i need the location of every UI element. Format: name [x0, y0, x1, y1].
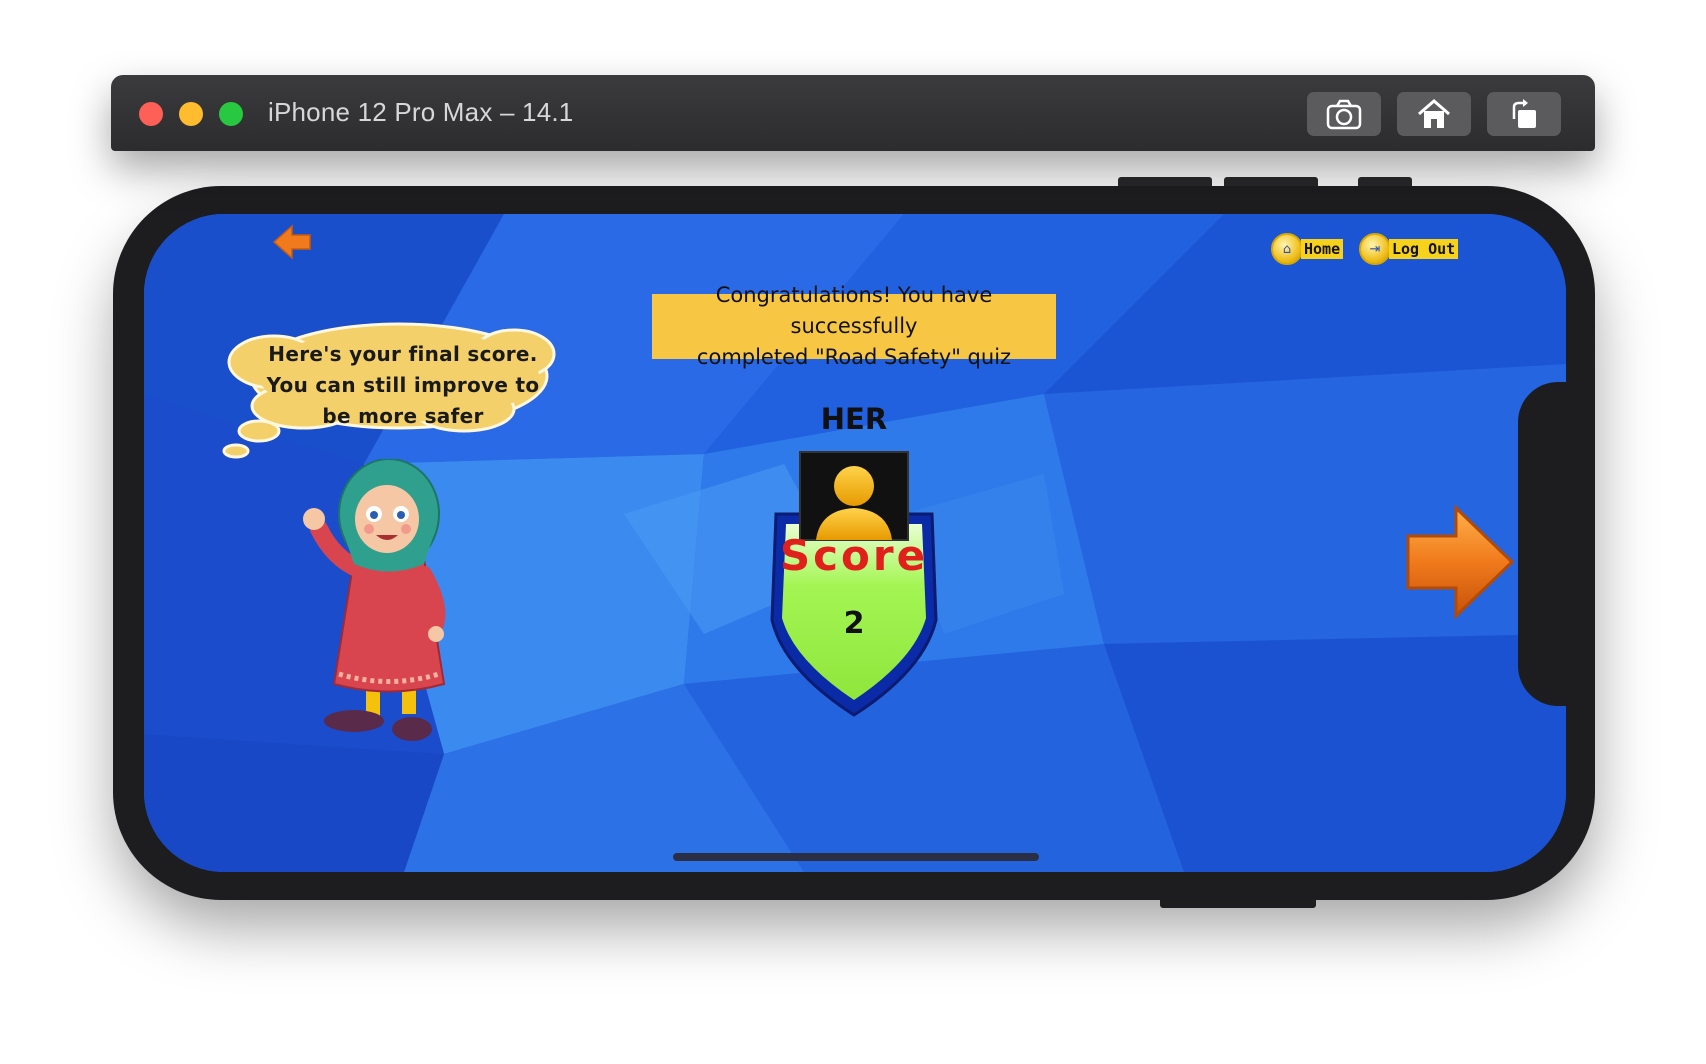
device-home-button[interactable]: [1397, 92, 1471, 136]
banner-line: completed "Road Safety" quiz: [696, 345, 1012, 369]
congratulations-banner: Congratulations! You have successfully c…: [652, 283, 1056, 369]
banner-line: Congratulations! You have successfully: [715, 283, 993, 338]
speech-bubble-text: Here's your final score. You can still i…: [252, 339, 554, 432]
home-icon: [1418, 99, 1450, 128]
next-arrow-icon[interactable]: [1404, 504, 1516, 620]
zoom-window-button[interactable]: [219, 102, 243, 126]
window-title: iPhone 12 Pro Max – 14.1: [268, 97, 574, 127]
home-label: Home: [1301, 239, 1344, 259]
girl-character-illustration: [303, 459, 446, 741]
close-window-button[interactable]: [139, 102, 163, 126]
player-name: HER: [820, 402, 888, 436]
app-screen: ⌂ Home ⇥ Log Out Congratulations! You ha…: [144, 214, 1566, 872]
score-value: 2: [843, 606, 865, 641]
minimize-window-button[interactable]: [179, 102, 203, 126]
player-avatar-icon: [799, 451, 909, 541]
rotate-icon: [1512, 99, 1536, 128]
home-nav-button[interactable]: ⌂ Home: [1271, 233, 1344, 265]
back-arrow-icon[interactable]: [272, 222, 312, 262]
home-icon: ⌂: [1271, 233, 1303, 265]
speech-line: Here's your final score.: [268, 342, 538, 366]
simulator-title-bar: iPhone 12 Pro Max – 14.1: [111, 75, 1595, 151]
rotate-button[interactable]: [1487, 92, 1561, 136]
logout-label: Log Out: [1389, 239, 1459, 259]
score-label: Score: [780, 531, 928, 580]
home-indicator[interactable]: [673, 853, 1039, 861]
logout-icon: ⇥: [1359, 233, 1391, 265]
camera-icon: [1326, 99, 1362, 130]
speech-line: be more safer: [322, 404, 484, 428]
score-shield: Score: [770, 451, 938, 717]
speech-line: You can still improve to: [266, 373, 540, 397]
device-notch: [1518, 382, 1570, 706]
logout-nav-button[interactable]: ⇥ Log Out: [1359, 233, 1459, 265]
screenshot-button[interactable]: [1307, 92, 1381, 136]
